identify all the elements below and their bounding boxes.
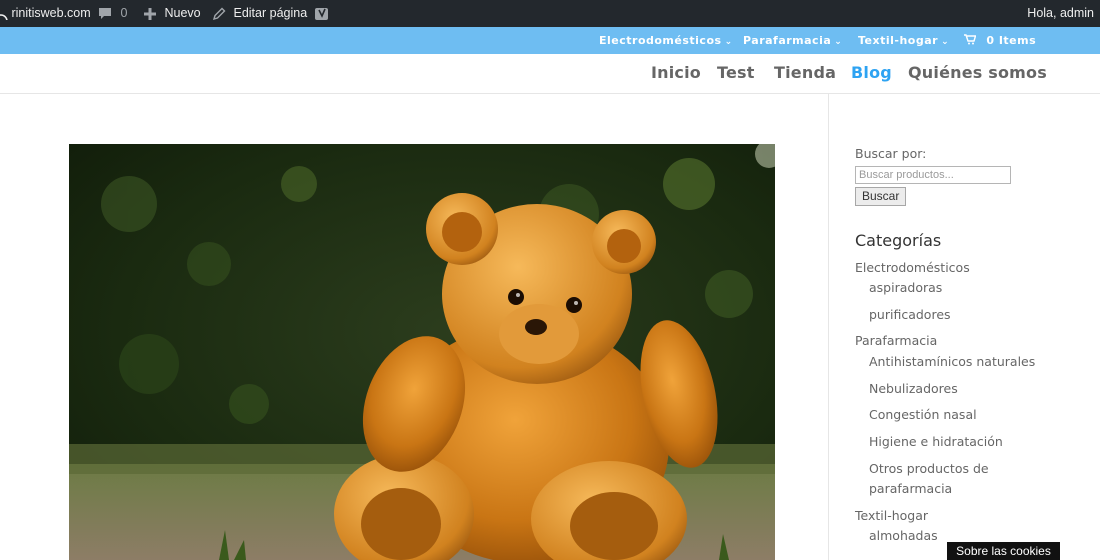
admin-edit-label: Editar página (233, 6, 308, 20)
comment-icon (98, 6, 115, 20)
search-label: Buscar por: (855, 146, 927, 161)
secondary-menu-textil-hogar[interactable]: Textil-hogar ⌄ (858, 27, 949, 54)
sidebar-divider (828, 94, 829, 560)
nav-blog[interactable]: Blog (851, 63, 892, 82)
admin-yoast-link[interactable] (314, 0, 330, 27)
category-nebulizadores[interactable]: Nebulizadores (869, 378, 958, 399)
category-antihistaminicos[interactable]: Antihistamínicos naturales (869, 351, 1035, 372)
secondary-menu-parafarmacia[interactable]: Parafarmacia ⌄ (743, 27, 842, 54)
chevron-down-icon: ⌄ (941, 37, 950, 47)
cart-link[interactable]: 0 Items (964, 27, 1036, 54)
chevron-down-icon: ⌄ (834, 37, 843, 47)
admin-new-link[interactable]: Nuevo (143, 0, 201, 27)
categories-title: Categorías (855, 231, 942, 250)
secondary-menu-label: Textil-hogar (858, 34, 939, 47)
category-otros-productos-cont[interactable]: parafarmacia (869, 478, 952, 499)
category-aspiradoras[interactable]: aspiradoras (869, 277, 942, 298)
admin-bar: rinitisweb.com 0 Nuevo Editar página Hol… (0, 0, 1100, 27)
search-button[interactable]: Buscar (855, 187, 907, 206)
admin-greeting[interactable]: Hola, admin (1027, 0, 1094, 27)
plus-icon (143, 6, 160, 20)
admin-edit-link[interactable]: Editar página (212, 0, 307, 27)
nav-tienda[interactable]: Tienda (774, 63, 836, 82)
secondary-menu-electrodomesticos[interactable]: Electrodomésticos ⌄ (599, 27, 733, 54)
category-electrodomesticos[interactable]: Electrodomésticos (855, 257, 970, 278)
admin-site-name: rinitisweb.com (11, 6, 91, 20)
category-almohadas[interactable]: almohadas (869, 525, 938, 546)
secondary-menu-label: Electrodomésticos (599, 34, 722, 47)
admin-comments-link[interactable]: 0 (98, 0, 127, 27)
cart-count-label: 0 Items (986, 34, 1037, 47)
category-textil-hogar[interactable]: Textil-hogar (855, 505, 928, 526)
nav-test[interactable]: Test (717, 63, 755, 82)
search-input[interactable] (855, 166, 1011, 184)
admin-site-link[interactable]: rinitisweb.com (0, 0, 91, 27)
yoast-icon (314, 6, 330, 20)
secondary-menu-bar: Electrodomésticos ⌄ Parafarmacia ⌄ Textil-… (0, 27, 1100, 54)
main-nav: Inicio Test Tienda Blog Quiénes somos (0, 54, 1100, 94)
category-purificadores[interactable]: purificadores (869, 304, 951, 325)
category-congestion-nasal[interactable]: Congestión nasal (869, 404, 977, 425)
comments-count: 0 (120, 6, 128, 20)
category-otros-productos[interactable]: Otros productos de (869, 458, 989, 479)
nav-quienes-somos[interactable]: Quiénes somos (908, 63, 1047, 82)
admin-new-label: Nuevo (164, 6, 201, 20)
cookie-notice-button[interactable]: Sobre las cookies (947, 542, 1060, 560)
featured-image (69, 144, 775, 560)
category-higiene-hidratacion[interactable]: Higiene e hidratación (869, 431, 1003, 452)
chevron-down-icon: ⌄ (724, 37, 733, 47)
pencil-icon (212, 6, 229, 20)
secondary-menu-label: Parafarmacia (743, 34, 832, 47)
site-home-icon (0, 8, 8, 20)
nav-inicio[interactable]: Inicio (651, 63, 701, 82)
cart-icon (964, 34, 980, 47)
category-parafarmacia[interactable]: Parafarmacia (855, 330, 937, 351)
